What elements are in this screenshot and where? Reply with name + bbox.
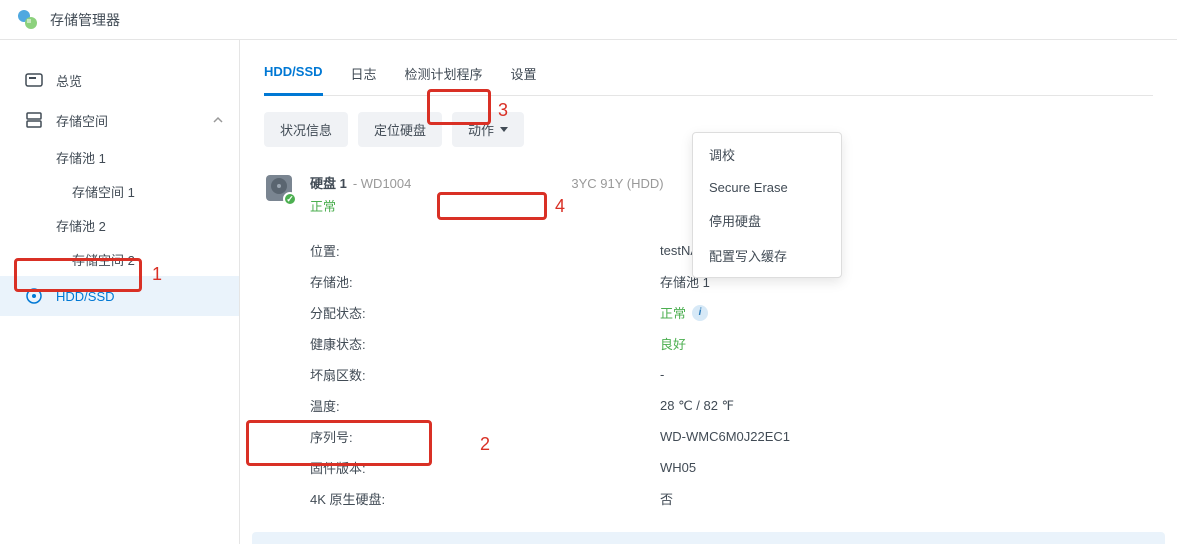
detail-value: 良好	[660, 334, 686, 353]
action-dropdown-menu: 调校 Secure Erase 停用硬盘 配置写入缓存	[692, 132, 842, 278]
detail-label: 固件版本:	[310, 458, 660, 477]
overview-icon	[24, 70, 44, 90]
info-icon[interactable]: i	[692, 305, 708, 321]
detail-label: 位置:	[310, 241, 660, 260]
detail-label: 健康状态:	[310, 334, 660, 353]
nav-storage[interactable]: 存储空间	[0, 100, 239, 140]
nav-label: 存储池 1	[56, 148, 106, 167]
detail-value: 否	[660, 489, 673, 508]
disk-4-row[interactable]: 硬盘 4 - Seagate ST3160815AS (HDD) 149.1 G…	[252, 532, 1165, 544]
caret-down-icon	[500, 127, 508, 132]
nav-label: 存储空间	[56, 111, 213, 130]
locate-disk-button[interactable]: 定位硬盘	[358, 112, 442, 147]
action-label: 动作	[468, 120, 494, 139]
action-button[interactable]: 动作	[452, 112, 524, 147]
menu-secure-erase[interactable]: Secure Erase	[693, 172, 841, 203]
nav-volume-1[interactable]: 存储空间 1	[0, 174, 239, 208]
detail-value: WH05	[660, 458, 696, 477]
hdd-icon	[24, 286, 44, 306]
menu-write-cache[interactable]: 配置写入缓存	[693, 238, 841, 273]
window-title: 存储管理器	[50, 10, 120, 30]
app-icon	[16, 8, 40, 32]
nav-hdd-ssd[interactable]: HDD/SSD	[0, 276, 239, 316]
menu-calibrate[interactable]: 调校	[693, 137, 841, 172]
tabs: HDD/SSD 日志 检测计划程序 设置	[264, 56, 1153, 96]
detail-value: -	[660, 365, 664, 384]
detail-label: 序列号:	[310, 427, 660, 446]
health-info-button[interactable]: 状况信息	[264, 112, 348, 147]
detail-value: 正常i	[660, 303, 708, 322]
tab-hdd-ssd[interactable]: HDD/SSD	[264, 56, 323, 96]
main-panel: HDD/SSD 日志 检测计划程序 设置 状况信息 定位硬盘 动作	[240, 40, 1177, 544]
nav-volume-2[interactable]: 存储空间 2	[0, 242, 239, 276]
nav-label: 存储空间 2	[72, 250, 135, 269]
nav-pool-2[interactable]: 存储池 2	[0, 208, 239, 242]
disk-model-suffix: 3YC 91Y (HDD)	[571, 176, 663, 191]
disk-name: 硬盘 1	[310, 173, 347, 192]
nav-label: HDD/SSD	[56, 289, 223, 304]
sidebar: 总览 存储空间 存储池 1 存储空间 1 存储池 2 存储空间 2 HDD/SS…	[0, 40, 240, 544]
titlebar: 存储管理器	[0, 0, 1177, 40]
nav-label: 存储空间 1	[72, 182, 135, 201]
chevron-up-icon	[213, 113, 223, 128]
detail-label: 分配状态:	[310, 303, 660, 322]
tab-settings[interactable]: 设置	[511, 56, 537, 95]
detail-value: WD-WMC6M0J22EC1	[660, 427, 790, 446]
nav-pool-1[interactable]: 存储池 1	[0, 140, 239, 174]
detail-label: 温度:	[310, 396, 660, 415]
tab-schedule[interactable]: 检测计划程序	[405, 56, 483, 95]
disk-icon	[264, 173, 294, 203]
detail-label: 坏扇区数:	[310, 365, 660, 384]
detail-label: 4K 原生硬盘:	[310, 489, 660, 508]
tab-log[interactable]: 日志	[351, 56, 377, 95]
disk-model-prefix: - WD1004	[353, 176, 412, 191]
menu-deactivate-disk[interactable]: 停用硬盘	[693, 203, 841, 238]
nav-label: 存储池 2	[56, 216, 106, 235]
storage-icon	[24, 110, 44, 130]
nav-overview[interactable]: 总览	[0, 60, 239, 100]
detail-value: 28 ℃ / 82 ℉	[660, 396, 734, 415]
detail-label: 存储池:	[310, 272, 660, 291]
nav-label: 总览	[56, 71, 223, 90]
status-ok-icon	[283, 192, 297, 206]
